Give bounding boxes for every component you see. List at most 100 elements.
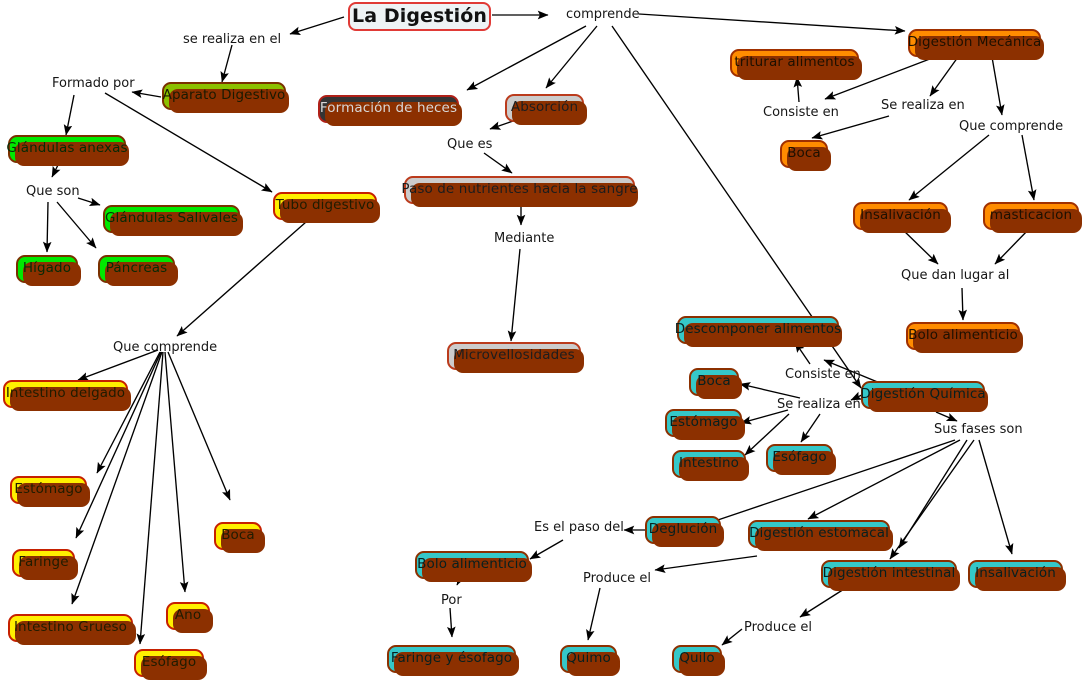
link-label-text: Se realiza en	[777, 397, 861, 412]
node-masticacion[interactable]: masticacion	[983, 202, 1082, 233]
link-label-formado-por: Formado por	[52, 77, 135, 90]
node-digestion-estomacal[interactable]: Digestión estomacal	[748, 520, 893, 551]
link-label-que-es: Que es	[447, 138, 492, 151]
node-boca-mecanica[interactable]: Boca	[780, 140, 831, 171]
node-glandulas-anexas-label: Glándulas anexas	[6, 140, 128, 157]
node-pancreas[interactable]: Páncreas	[98, 255, 178, 286]
node-digestion-mecanica-label: Digestión Mecánica	[907, 34, 1042, 51]
node-quilo[interactable]: Quilo	[672, 645, 725, 676]
node-estomago-quimica-label: Estómago	[669, 414, 738, 431]
node-intestino-grueso-label: Intestino Grueso	[13, 619, 128, 636]
link-label-se-realiza-en-quimica: Se realiza en	[777, 398, 861, 411]
node-absorcion[interactable]: Absorción	[505, 94, 587, 125]
node-masticacion-label: masticacion	[989, 207, 1073, 224]
link-label-que-comprende-mecanica: Que comprende	[959, 120, 1063, 133]
node-esofago-tubo-label: Esófago	[141, 654, 197, 671]
node-quimo-label: Quimo	[566, 650, 611, 667]
node-boca-quimica[interactable]: Boca	[689, 368, 742, 399]
link-label-text: Se realiza en	[881, 98, 965, 113]
link-label-mediante: Mediante	[494, 232, 554, 245]
node-quilo-label: Quilo	[679, 650, 715, 667]
node-esofago-quimica[interactable]: Esófago	[766, 444, 836, 475]
link-label-por: Por	[441, 594, 462, 607]
link-label-que-comprende-tubo: Que comprende	[113, 341, 217, 354]
node-triturar-alimentos-label: triturar alimentos	[734, 54, 855, 71]
node-paso-nutrientes[interactable]: Paso de nutrientes hacia la sangre	[401, 176, 638, 207]
link-label-text: Que dan lugar al	[901, 268, 1010, 283]
node-higado-label: Hígado	[22, 260, 72, 277]
node-digestion-mecanica[interactable]: Digestión Mecánica	[907, 29, 1044, 60]
node-faringe[interactable]: Faringe	[12, 549, 78, 580]
node-aparato-digestivo[interactable]: Aparato Digestivo	[162, 82, 289, 113]
node-higado[interactable]: Hígado	[16, 255, 81, 286]
node-digestion-quimica[interactable]: Digestión Química	[860, 381, 988, 412]
link-label-text: Que son	[26, 184, 80, 199]
node-digestion-intestinal[interactable]: Digestión intestinal	[821, 560, 960, 591]
node-intestino-quimica-label: Intestino	[679, 455, 739, 472]
node-ano[interactable]: Ano	[166, 602, 213, 633]
node-insalivacion-mecanica[interactable]: Insalivación	[853, 202, 951, 233]
node-bolo-alimenticio-fase-label: Bolo alimenticio	[417, 556, 527, 573]
node-faringe-y-esofago-label: Faringe y ésofago	[390, 650, 513, 667]
node-deglucion[interactable]: Deglución	[645, 516, 724, 547]
node-digestion-estomacal-label: Digestión estomacal	[749, 525, 889, 542]
node-digestion-quimica-label: Digestión Química	[860, 386, 986, 403]
node-estomago-quimica[interactable]: Estómago	[665, 409, 745, 440]
node-faringe-label: Faringe	[18, 554, 69, 571]
link-label-text: Consiste en	[763, 105, 839, 120]
node-esofago-tubo[interactable]: Esófago	[134, 649, 207, 680]
node-digestion-intestinal-label: Digestión intestinal	[822, 565, 956, 582]
node-bolo-alimenticio-mecanica[interactable]: Bolo alimenticio	[906, 322, 1023, 353]
node-bolo-alimenticio-fase[interactable]: Bolo alimenticio	[415, 551, 532, 582]
node-paso-nutrientes-label: Paso de nutrientes hacia la sangre	[401, 181, 638, 198]
node-formacion-heces[interactable]: Formación de heces	[318, 95, 462, 126]
link-label-text: Produce el	[583, 571, 652, 586]
link-label-text: Sus fases son	[934, 422, 1023, 437]
node-quimo[interactable]: Quimo	[560, 645, 620, 676]
node-microvellosidades[interactable]: Microvellosidades	[447, 342, 584, 373]
node-glandulas-anexas[interactable]: Glándulas anexas	[6, 135, 129, 166]
node-tubo-digestivo[interactable]: Tubo digestivo	[273, 192, 380, 223]
node-intestino-delgado[interactable]: Intestino delgado	[3, 380, 131, 411]
link-label-text: Produce el	[744, 620, 813, 635]
node-deglucion-label: Deglución	[648, 521, 718, 538]
node-boca-quimica-label: Boca	[697, 373, 731, 390]
concept-map-canvas: La Digestión Aparato Digestivo Glándulas…	[0, 0, 1084, 684]
node-boca-mecanica-label: Boca	[787, 145, 821, 162]
link-label-que-dan-lugar-al: Que dan lugar al	[901, 269, 1009, 282]
node-esofago-quimica-label: Esófago	[772, 449, 827, 466]
link-label-text: Es el paso del	[534, 520, 624, 535]
node-intestino-quimica[interactable]: Intestino	[672, 450, 749, 481]
node-estomago-tubo-label: Estómago	[14, 481, 83, 498]
link-label-text: Consiste en	[785, 367, 861, 382]
node-intestino-delgado-label: Intestino delgado	[5, 385, 126, 402]
link-label-text: se realiza en el	[183, 32, 282, 47]
node-title[interactable]: La Digestión	[348, 2, 491, 31]
node-triturar-alimentos[interactable]: triturar alimentos	[730, 49, 862, 80]
node-glandulas-salivales-label: Glándulas Salivales	[104, 210, 239, 227]
node-faringe-y-esofago[interactable]: Faringe y ésofago	[387, 645, 519, 676]
node-estomago-tubo[interactable]: Estómago	[10, 476, 90, 507]
link-label-text: Que comprende	[959, 119, 1064, 134]
node-aparato-digestivo-label: Aparato Digestivo	[162, 87, 286, 104]
node-ano-label: Ano	[174, 607, 202, 624]
link-label-text: Formado por	[52, 76, 135, 91]
node-glandulas-salivales[interactable]: Glándulas Salivales	[103, 205, 243, 236]
node-formacion-heces-label: Formación de heces	[319, 100, 458, 117]
node-intestino-grueso[interactable]: Intestino Grueso	[8, 614, 136, 645]
link-label-text: Que es	[447, 137, 493, 152]
node-pancreas-label: Páncreas	[105, 260, 168, 277]
link-label-consiste-en-quimica: Consiste en	[785, 368, 861, 381]
link-label-text: comprende	[566, 7, 640, 22]
node-insalivacion-fase[interactable]: Insalivación	[968, 560, 1066, 591]
node-boca-tubo[interactable]: Boca	[214, 522, 265, 553]
link-label-comprende: comprende	[566, 8, 640, 21]
link-label-produce-el-quimo: Produce el	[583, 572, 651, 585]
link-label-sus-fases-son: Sus fases son	[934, 423, 1023, 436]
link-label-produce-el-quilo: Produce el	[744, 621, 812, 634]
node-bolo-alimenticio-mecanica-label: Bolo alimenticio	[908, 327, 1018, 344]
node-boca-tubo-label: Boca	[221, 527, 255, 544]
node-descomponer-alimentos[interactable]: Descomponer alimentos	[675, 316, 842, 347]
link-label-es-el-paso-del: Es el paso del	[534, 521, 624, 534]
link-label-que-son: Que son	[26, 185, 80, 198]
